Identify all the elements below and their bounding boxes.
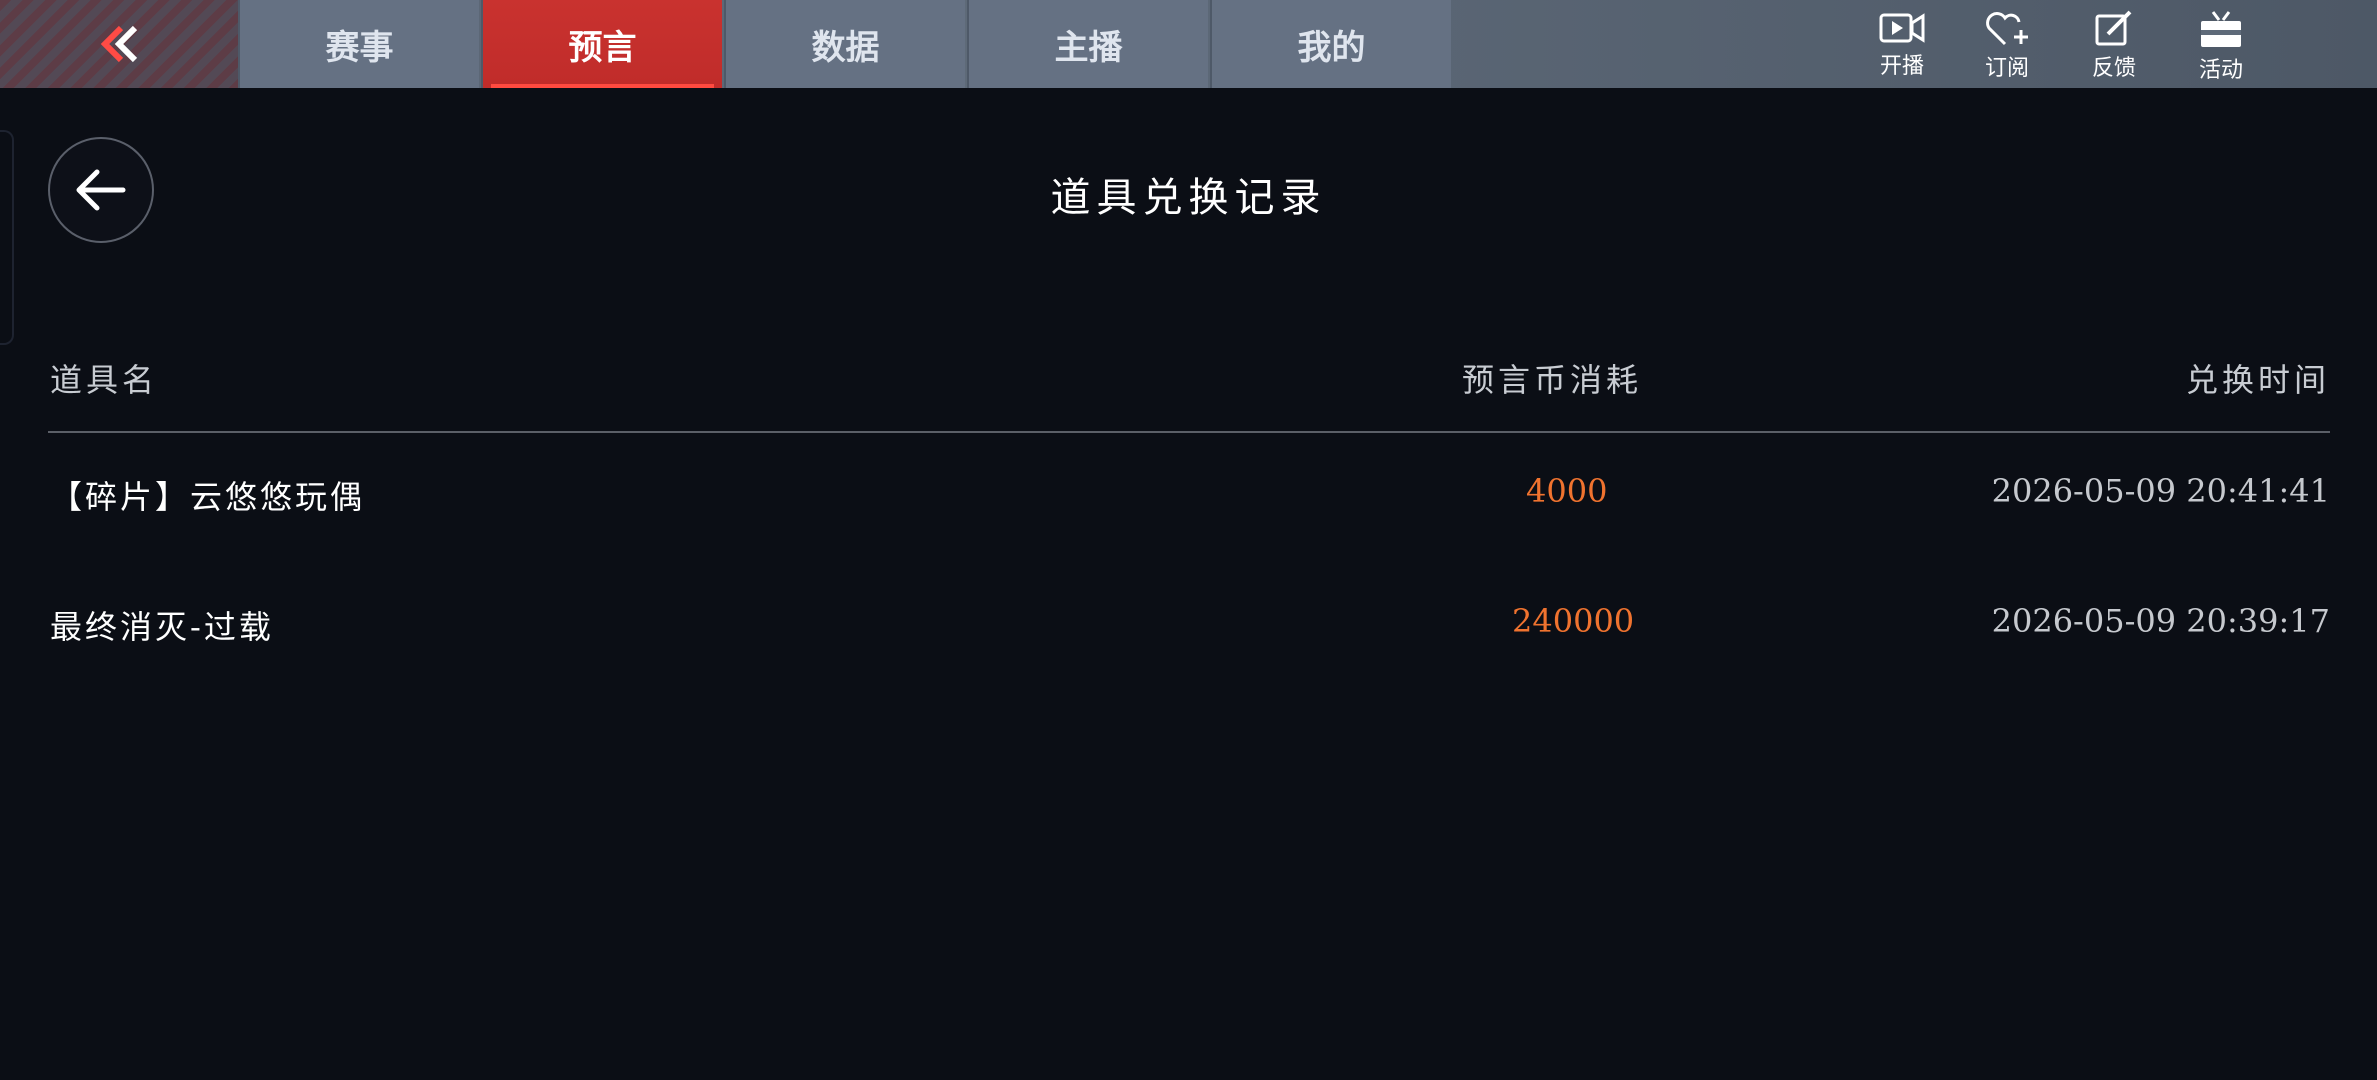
collapse-button[interactable] [0, 0, 238, 88]
tool-label: 反馈 [2091, 56, 2136, 81]
tab-label: 赛事 [325, 27, 394, 68]
edit-icon [2095, 10, 2132, 46]
tab-data[interactable]: 数据 [724, 0, 965, 88]
column-header-time: 兑换时间 [2185, 361, 2330, 399]
column-header-cost: 预言币消耗 [1462, 361, 1643, 399]
subscribe-button[interactable]: 订阅 [1972, 10, 2042, 81]
column-header-item-name: 道具名 [50, 361, 159, 399]
top-nav-bar: 赛事 预言 数据 主播 我的 开播 订阅 反馈 活动 [0, 0, 2377, 88]
events-button[interactable]: 活动 [2186, 10, 2256, 83]
double-chevron-left-icon [100, 25, 138, 63]
tool-label: 开播 [1879, 54, 1924, 79]
tab-events[interactable]: 赛事 [238, 0, 479, 88]
item-name-cell: 【碎片】云悠悠玩偶 [50, 478, 366, 516]
tab-label: 预言 [568, 27, 637, 68]
cost-cell: 4000 [1526, 472, 1608, 510]
page-title: 道具兑换记录 [1050, 175, 1327, 221]
tab-streamers[interactable]: 主播 [967, 0, 1208, 88]
tab-mine[interactable]: 我的 [1210, 0, 1451, 88]
feedback-button[interactable]: 反馈 [2079, 10, 2149, 81]
tab-label: 我的 [1297, 27, 1366, 68]
tab-label: 数据 [811, 27, 880, 68]
heart-plus-icon [1986, 12, 2028, 46]
time-cell: 2026-05-09 20:41:41 [1991, 472, 2330, 510]
time-cell: 2026-05-09 20:39:17 [1991, 602, 2330, 640]
tab-label: 主播 [1054, 27, 1123, 68]
tool-label: 订阅 [1984, 56, 2029, 81]
header-divider [48, 431, 2330, 433]
tab-prediction[interactable]: 预言 [481, 0, 722, 88]
start-stream-button[interactable]: 开播 [1867, 10, 1937, 80]
item-name-cell: 最终消灭-过载 [50, 608, 274, 646]
cost-cell: 240000 [1512, 602, 1635, 640]
video-camera-icon [1879, 13, 1925, 43]
tool-label: 活动 [2198, 58, 2243, 83]
side-drawer-handle[interactable] [0, 130, 14, 345]
tv-gift-icon [2201, 11, 2241, 47]
